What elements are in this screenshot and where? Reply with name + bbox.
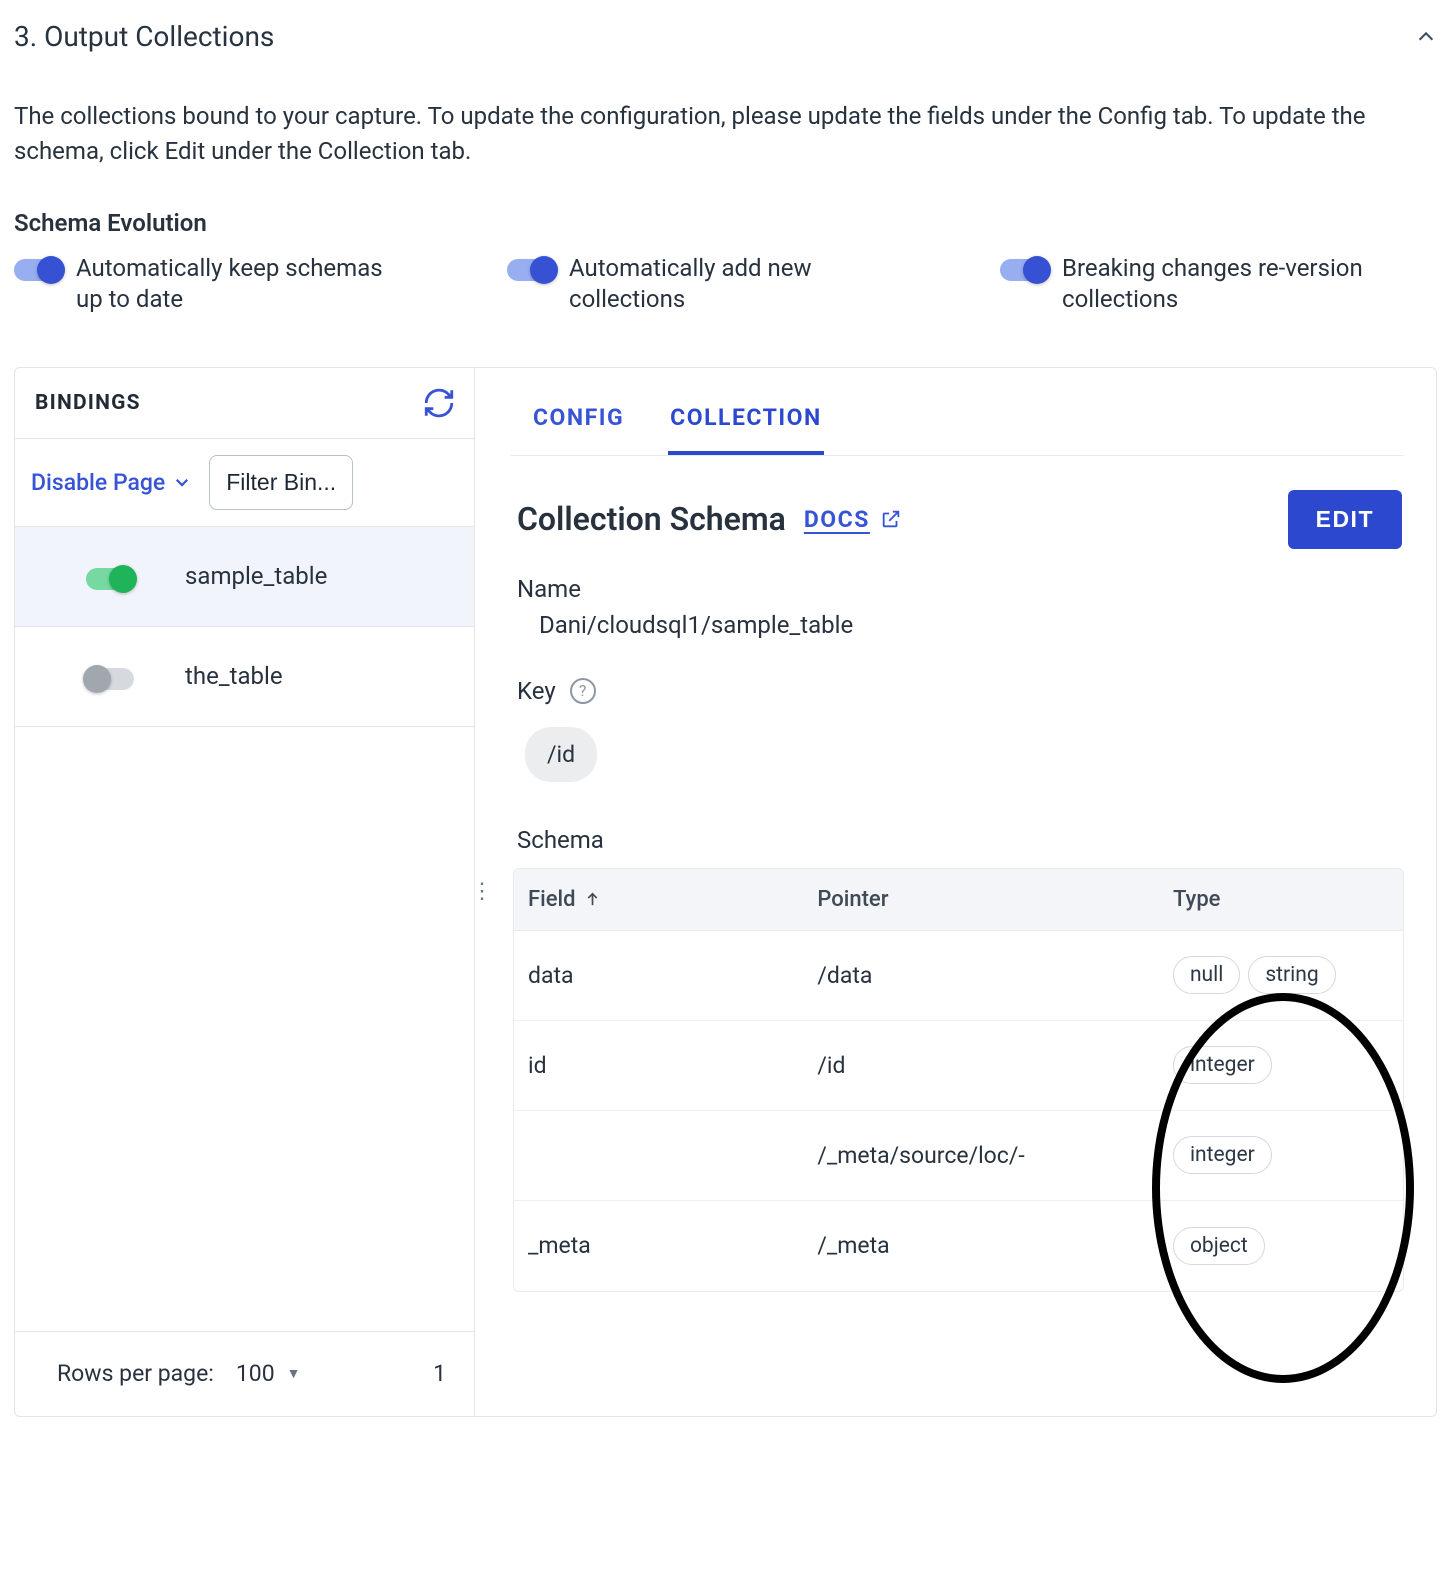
bindings-panel: BINDINGS Disable Page Filter Bin... samp… — [15, 368, 475, 1416]
docs-link-label: DOCS — [804, 506, 870, 533]
type-chip: integer — [1173, 1046, 1272, 1084]
schema-evolution-heading: Schema Evolution — [14, 209, 1437, 237]
cell-pointer: /_meta — [807, 1232, 1163, 1259]
binding-name: the_table — [185, 662, 283, 690]
toggle-reversion[interactable] — [1000, 259, 1048, 281]
cell-type: object — [1163, 1215, 1403, 1277]
key-chip: /id — [525, 727, 597, 782]
cell-pointer: /id — [807, 1052, 1163, 1079]
key-label: Key — [517, 677, 556, 705]
binding-toggle-sample_table[interactable] — [86, 568, 134, 590]
toggle-keep-schemas[interactable] — [14, 259, 62, 281]
toggle-keep-schemas-label: Automatically keep schemas up to date — [76, 253, 396, 315]
toggle-reversion-label: Breaking changes re-version collections — [1062, 253, 1382, 315]
chevron-down-icon — [173, 473, 191, 491]
collection-schema-title: Collection Schema — [517, 500, 786, 538]
schema-table: Field Pointer Type data/datanullstringid… — [513, 868, 1404, 1292]
tab-collection[interactable]: COLLECTION — [668, 404, 824, 455]
type-chip: null — [1173, 956, 1240, 994]
type-chip: string — [1248, 956, 1335, 994]
external-link-icon — [880, 508, 902, 530]
toggle-add-collections-label: Automatically add new collections — [569, 253, 889, 315]
bindings-heading: BINDINGS — [35, 391, 141, 415]
table-row: data/datanullstring — [514, 931, 1403, 1021]
docs-link[interactable]: DOCS — [804, 506, 902, 533]
name-value: Dani/cloudsql1/sample_table — [517, 611, 1404, 639]
binding-row-the_table[interactable]: the_table — [15, 627, 474, 727]
binding-row-sample_table[interactable]: sample_table — [15, 527, 474, 627]
cell-type: nullstring — [1163, 944, 1403, 1006]
sort-asc-icon — [584, 891, 601, 908]
edit-button[interactable]: EDIT — [1288, 490, 1402, 549]
rows-per-page-label: Rows per page: — [57, 1360, 214, 1387]
help-icon[interactable]: ? — [570, 678, 596, 704]
cell-type: integer — [1163, 1124, 1403, 1186]
col-header-pointer[interactable]: Pointer — [807, 887, 1163, 912]
collection-panel: CONFIG COLLECTION Collection Schema DOCS… — [489, 368, 1436, 1416]
triangle-down-icon: ▼ — [287, 1365, 301, 1382]
cell-field: _meta — [514, 1232, 807, 1259]
name-label: Name — [517, 575, 1404, 603]
cell-field: id — [514, 1052, 807, 1079]
chevron-up-icon[interactable] — [1415, 26, 1437, 48]
type-chip: object — [1173, 1227, 1265, 1265]
disable-page-label: Disable Page — [31, 469, 165, 496]
filter-bindings-button[interactable]: Filter Bin... — [209, 455, 353, 510]
section-description: The collections bound to your capture. T… — [14, 99, 1437, 169]
table-row: _meta/_meta object — [514, 1201, 1403, 1291]
rows-per-page-select[interactable]: 100 ▼ — [236, 1360, 301, 1387]
binding-name: sample_table — [185, 562, 327, 590]
schema-label: Schema — [517, 826, 1404, 854]
disable-page-menu[interactable]: Disable Page — [31, 469, 191, 496]
refresh-icon[interactable] — [422, 386, 456, 420]
rows-per-page-value: 100 — [236, 1360, 275, 1387]
table-row: /_meta/source/loc/- integer — [514, 1111, 1403, 1201]
col-header-type[interactable]: Type — [1163, 887, 1403, 912]
table-row: id/id integer — [514, 1021, 1403, 1111]
cell-pointer: /_meta/source/loc/- — [807, 1142, 1163, 1169]
cell-type: integer — [1163, 1034, 1403, 1096]
toggle-add-collections[interactable] — [507, 259, 555, 281]
page-indicator: 1 — [433, 1360, 446, 1387]
cell-field: data — [514, 962, 807, 989]
binding-toggle-the_table[interactable] — [86, 668, 134, 690]
col-header-field[interactable]: Field — [514, 887, 807, 912]
panel-splitter[interactable]: ⋮ — [475, 368, 489, 1416]
tab-config[interactable]: CONFIG — [531, 404, 626, 455]
cell-pointer: /data — [807, 962, 1163, 989]
type-chip: integer — [1173, 1136, 1272, 1174]
section-title: 3. Output Collections — [14, 20, 274, 53]
